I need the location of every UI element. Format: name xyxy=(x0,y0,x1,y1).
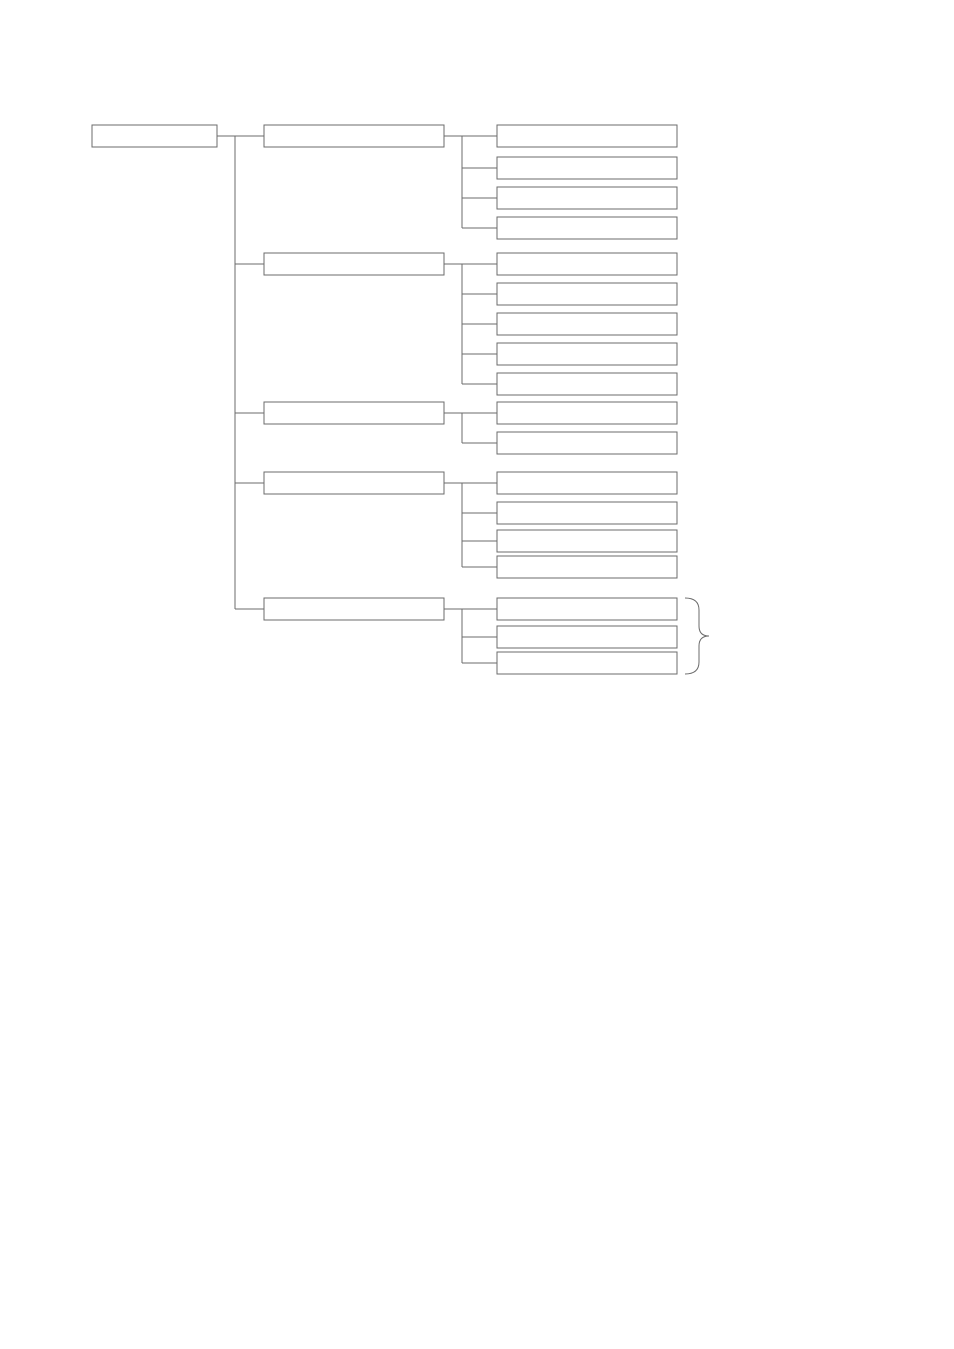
level3-node xyxy=(497,626,677,648)
level2-node xyxy=(264,253,444,275)
level3-node xyxy=(497,530,677,552)
level3-node xyxy=(497,502,677,524)
level3-node xyxy=(497,432,677,454)
level2-node xyxy=(264,598,444,620)
level2-node xyxy=(264,125,444,147)
level3-node xyxy=(497,187,677,209)
level3-node xyxy=(497,343,677,365)
level3-node xyxy=(497,556,677,578)
level3-node xyxy=(497,472,677,494)
level3-node xyxy=(497,373,677,395)
curly-brace-icon xyxy=(685,598,709,674)
level3-node xyxy=(497,125,677,147)
level2-node xyxy=(264,402,444,424)
level3-node xyxy=(497,253,677,275)
level3-node xyxy=(497,157,677,179)
tree-diagram xyxy=(0,0,954,1349)
level3-node xyxy=(497,402,677,424)
level3-node xyxy=(497,652,677,674)
level2-node xyxy=(264,472,444,494)
level3-node xyxy=(497,217,677,239)
root-node xyxy=(92,125,217,147)
level3-node xyxy=(497,313,677,335)
level3-node xyxy=(497,283,677,305)
level3-node xyxy=(497,598,677,620)
